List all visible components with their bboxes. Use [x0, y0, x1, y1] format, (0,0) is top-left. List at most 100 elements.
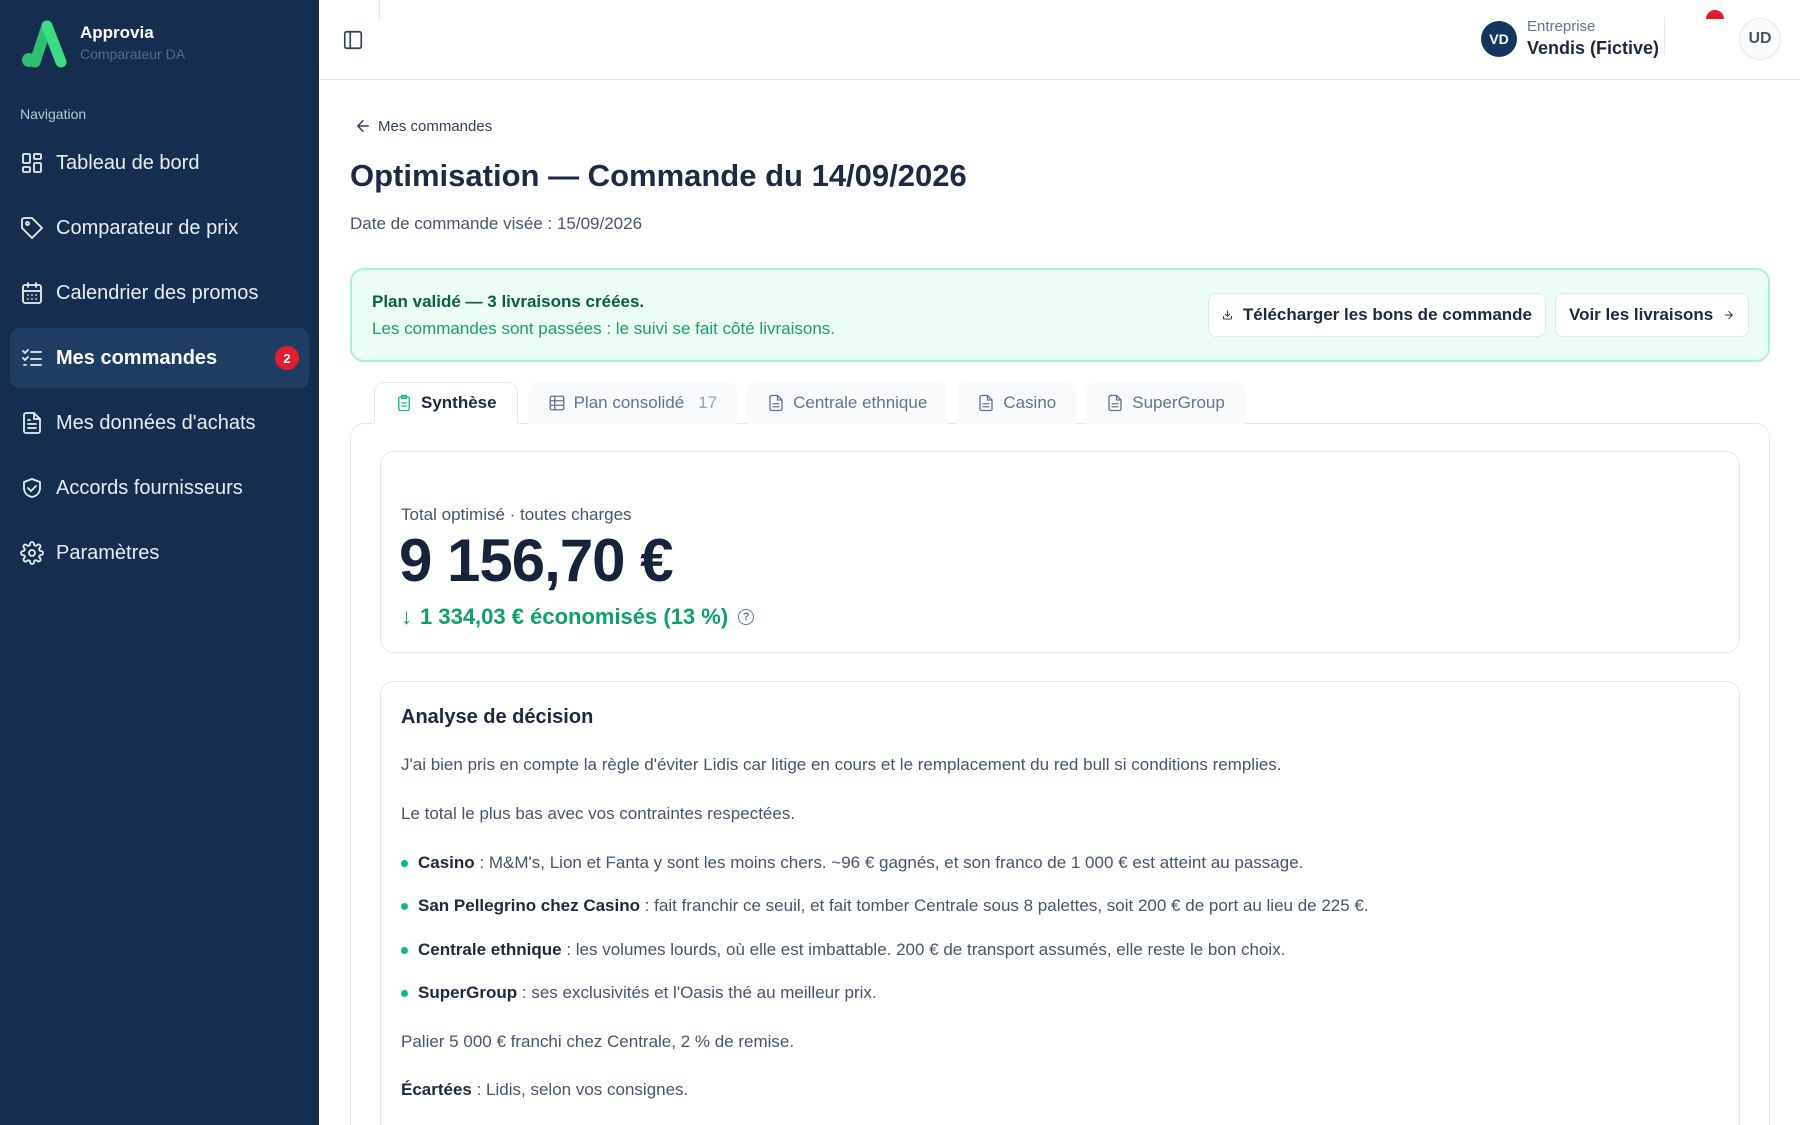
sidebar-item-label: Accords fournisseurs: [56, 476, 243, 499]
savings-line: ↓ 1 334,03 € économisés (13 %) ?: [401, 604, 755, 630]
total-card: Total optimisé · toutes charges 9 156,70…: [380, 451, 1740, 653]
sidebar-toggle-button[interactable]: [342, 29, 364, 51]
topbar-divider: [379, 0, 380, 20]
tabs: Synthèse Plan consolidé 17 Centrale ethn…: [374, 382, 1255, 424]
sidebar-nav: Tableau de bord Comparateur de prix Cale…: [10, 133, 309, 588]
table-icon: [549, 395, 565, 411]
back-link-label: Mes commandes: [378, 117, 493, 135]
list-check-icon: [20, 346, 44, 370]
nav-heading: Navigation: [20, 106, 87, 122]
excluded-suppliers: Écartées : Lidis, selon vos consignes.: [401, 1080, 688, 1100]
bullet-text: : M&M's, Lion et Fanta y sont les moins …: [474, 853, 1304, 872]
dashboard-icon: [20, 151, 44, 175]
sidebar-item-mes-donnees-d-achats[interactable]: Mes données d'achats: [10, 393, 309, 453]
tab-count: 17: [698, 393, 718, 412]
analysis-paragraph: Le total le plus bas avec vos contrainte…: [401, 804, 796, 823]
company-name: Vendis (Fictive): [1527, 38, 1660, 58]
download-orders-label: Télécharger les bons de commande: [1242, 305, 1532, 324]
handshake-icon: [20, 476, 44, 500]
bullet-text: : ses exclusivités et l'Oasis thé au mei…: [517, 983, 877, 1002]
alert-text: Les commandes sont passées : le suivi se…: [372, 319, 835, 338]
bullet-title: SuperGroup: [418, 983, 518, 1002]
tab-label: Plan consolidé: [573, 393, 685, 412]
file-text-icon: [1108, 394, 1122, 412]
tab-centrale-ethnique[interactable]: Centrale ethnique: [747, 382, 948, 424]
analysis-intro: J'ai bien pris en compte la règle d'évit…: [401, 755, 1282, 774]
sidebar-item-mes-commandes[interactable]: Mes commandes 2: [10, 328, 309, 388]
sidebar-item-comparateur-de-prix[interactable]: Comparateur de prix: [10, 198, 309, 258]
excluded-text: : Lidis, selon vos consignes.: [471, 1080, 689, 1099]
company-label: Entreprise: [1527, 18, 1596, 35]
sidebar-item-calendrier-des-promos[interactable]: Calendrier des promos: [10, 263, 309, 323]
sidebar: Approvia Comparateur DA Navigation Table…: [0, 0, 319, 1125]
page-subtitle: Date de commande visée : 15/09/2026: [350, 214, 643, 233]
savings-text: 1 334,03 € économisés (13 %): [420, 604, 729, 629]
excluded-title: Écartées: [401, 1080, 472, 1099]
notification-dot[interactable]: [1706, 10, 1724, 19]
tab-plan-consolide[interactable]: Plan consolidé 17: [527, 382, 738, 424]
file-text-icon: [769, 394, 783, 412]
brand-name: Approvia: [80, 23, 154, 42]
sidebar-item-label: Calendrier des promos: [56, 281, 259, 304]
list-item: Casino : M&M's, Lion et Fanta y sont les…: [401, 853, 1303, 873]
bullet-text: : les volumes lourds, où elle est imbatt…: [561, 940, 1286, 959]
tab-label: SuperGroup: [1132, 393, 1225, 412]
tab-casino[interactable]: Casino: [957, 382, 1077, 424]
panel-left-icon: [343, 30, 363, 50]
avatar[interactable]: UD: [1739, 18, 1781, 60]
arrow-down-icon: ↓: [401, 604, 412, 629]
arrow-right-icon: [1725, 311, 1734, 319]
sidebar-item-parametres[interactable]: Paramètres: [10, 523, 309, 583]
bullet-dot: [401, 989, 408, 997]
sidebar-item-label: Comparateur de prix: [56, 216, 239, 239]
sidebar-item-tableau-de-bord[interactable]: Tableau de bord: [10, 133, 309, 193]
list-item: San Pellegrino chez Casino : fait franch…: [401, 896, 1369, 916]
calendar-icon: [20, 281, 44, 305]
success-alert: Plan validé — 3 livraisons créées. Les c…: [350, 268, 1770, 362]
file-icon: [20, 411, 44, 435]
file-text-icon: [979, 394, 993, 412]
brand[interactable]: Approvia Comparateur DA: [20, 18, 185, 68]
bullet-dot: [401, 946, 408, 954]
analysis-paragraph: Palier 5 000 € franchi chez Centrale, 2 …: [401, 1032, 795, 1051]
bullet-dot: [401, 859, 408, 867]
bullet-title: Centrale ethnique: [418, 940, 562, 959]
tab-synthese[interactable]: Synthèse: [374, 382, 518, 424]
tab-label: Centrale ethnique: [793, 393, 928, 412]
company-logo: VD: [1481, 21, 1517, 57]
sidebar-item-label: Tableau de bord: [56, 151, 200, 174]
bullet-title: Casino: [418, 853, 475, 872]
topbar: VD Entreprise Vendis (Fictive) UD: [319, 0, 1800, 80]
analysis-title: Analyse de décision: [401, 706, 594, 728]
tab-supergroup[interactable]: SuperGroup: [1086, 382, 1245, 424]
arrow-left-icon: [357, 120, 369, 132]
page-title: Optimisation — Commande du 14/09/2026: [350, 158, 967, 193]
list-item: Centrale ethnique : les volumes lourds, …: [401, 940, 1285, 960]
topbar-divider: [1664, 17, 1665, 55]
download-icon: [1222, 310, 1232, 320]
download-orders-button[interactable]: Télécharger les bons de commande: [1208, 293, 1546, 337]
view-deliveries-label: Voir les livraisons: [1569, 305, 1714, 324]
approvia-logo-icon: [22, 20, 67, 68]
decision-analysis-card: Analyse de décision J'ai bien pris en co…: [380, 681, 1740, 1125]
help-icon[interactable]: ?: [738, 609, 755, 625]
list-item: SuperGroup : ses exclusivités et l'Oasis…: [401, 983, 877, 1003]
view-deliveries-button[interactable]: Voir les livraisons: [1555, 293, 1749, 337]
clipboard-icon: [398, 394, 410, 412]
sidebar-item-label: Paramètres: [56, 541, 160, 564]
total-value: 9 156,70 €: [399, 527, 674, 594]
company-switcher[interactable]: VD Entreprise Vendis (Fictive): [1481, 18, 1659, 60]
total-label: Total optimisé · toutes charges: [401, 505, 632, 524]
bullet-dot: [401, 902, 408, 910]
tag-icon: [20, 216, 44, 240]
gear-icon: [20, 541, 44, 565]
sidebar-item-label: Mes données d'achats: [56, 411, 256, 434]
sidebar-item-accords-fournisseurs[interactable]: Accords fournisseurs: [10, 458, 309, 518]
sidebar-item-label: Mes commandes: [56, 346, 218, 369]
notification-badge: 2: [275, 346, 299, 370]
alert-title: Plan validé — 3 livraisons créées.: [372, 292, 645, 311]
bullet-title: San Pellegrino chez Casino: [418, 896, 641, 915]
brand-subtitle: Comparateur DA: [80, 46, 186, 62]
tab-label: Casino: [1003, 393, 1057, 412]
back-link[interactable]: Mes commandes: [354, 117, 492, 135]
